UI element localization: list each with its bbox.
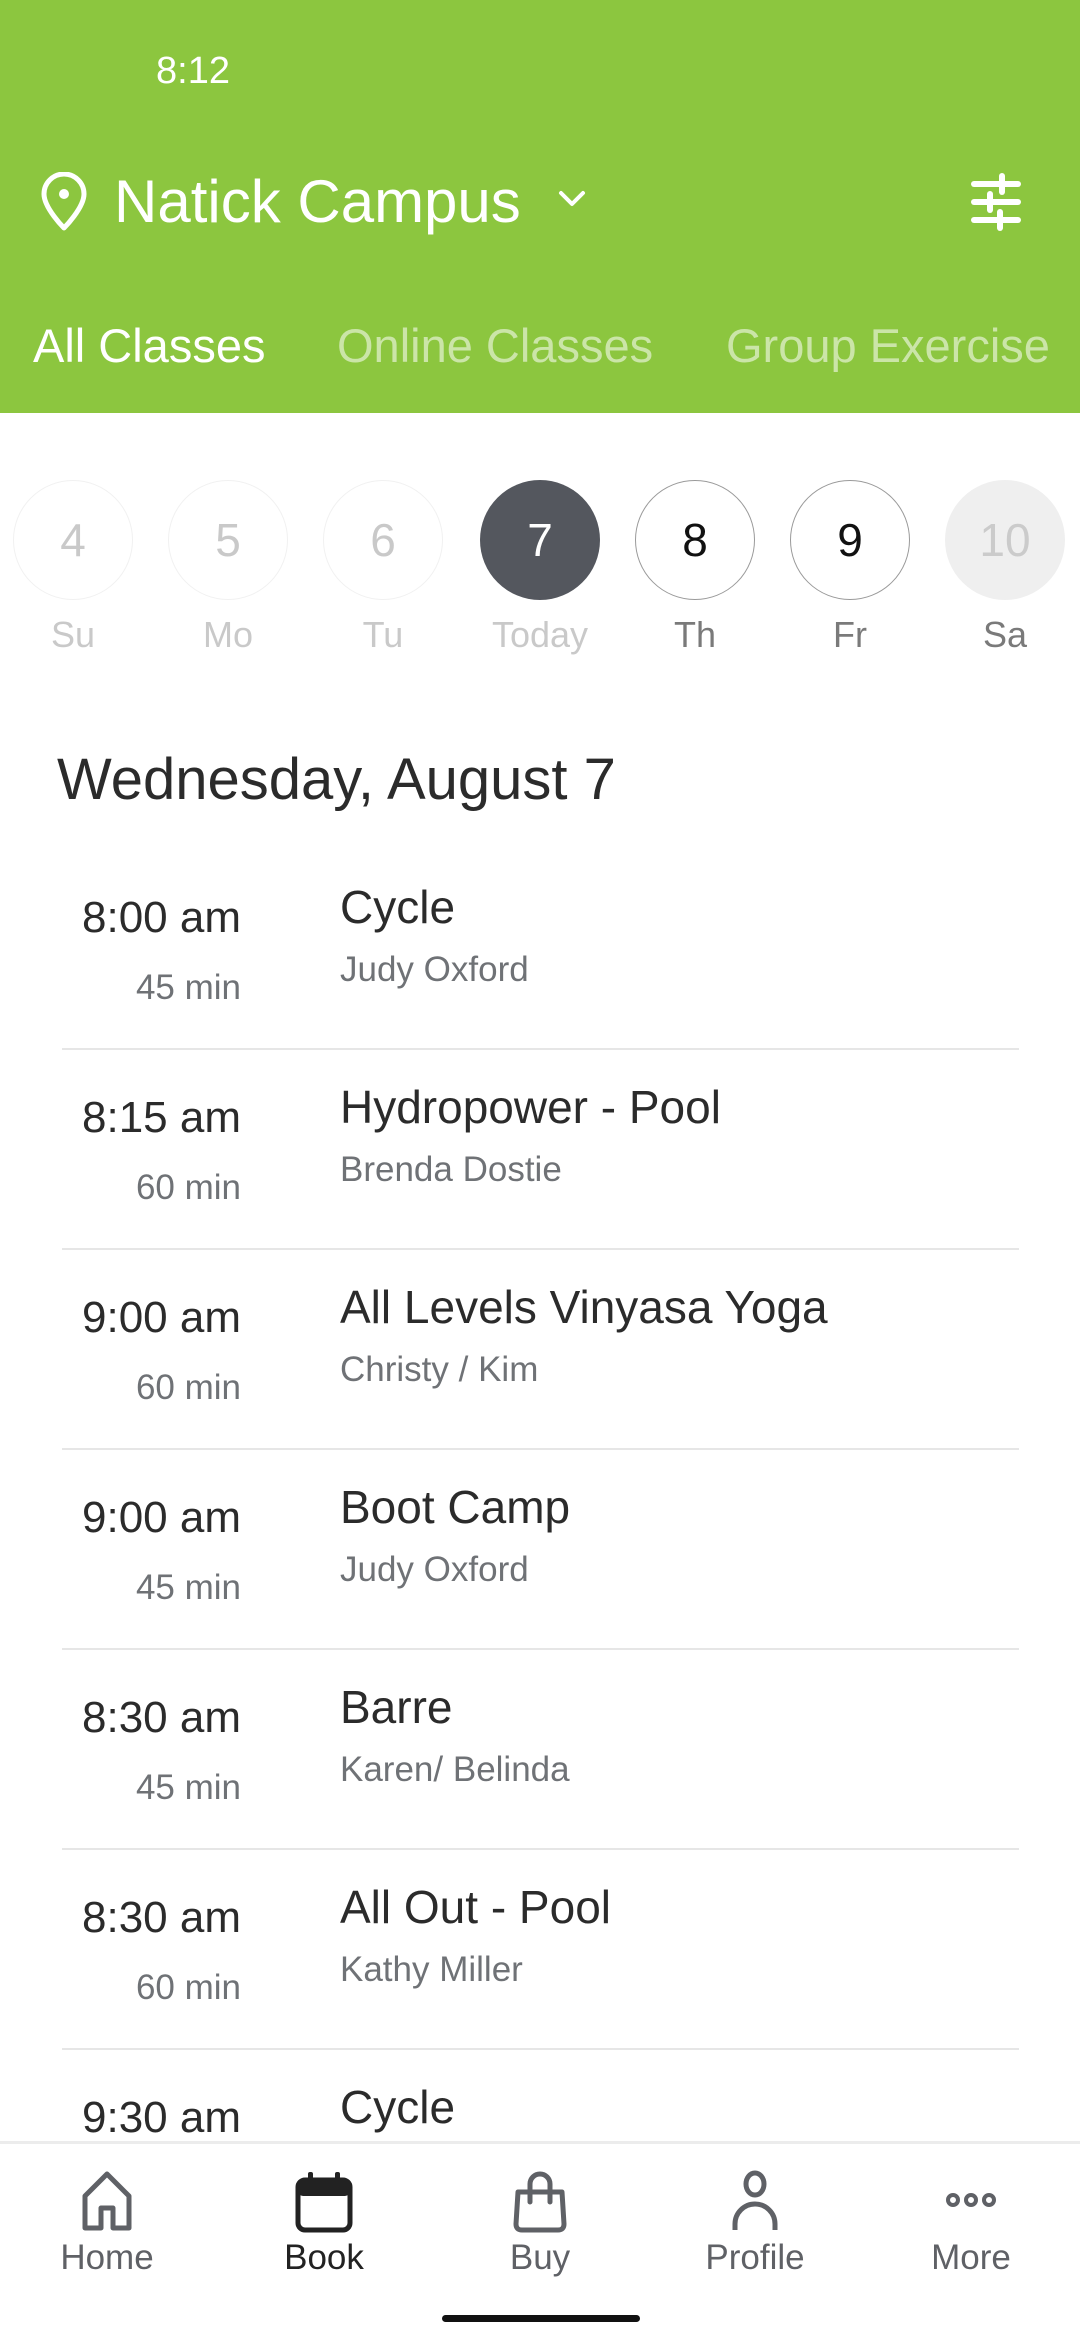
class-row[interactable]: 8:30 am 45 min Barre Karen/ Belinda	[0, 1650, 1080, 1850]
day-number: 5	[168, 480, 288, 600]
day-label: Tu	[362, 614, 404, 655]
class-duration: 45 min	[135, 1768, 241, 1807]
class-list: 8:00 am 45 min Cycle Judy Oxford 8:15 am…	[0, 850, 1080, 2250]
class-duration: 45 min	[135, 1568, 241, 1607]
day-monday[interactable]: 5 Mo	[163, 480, 293, 680]
class-time: 9:30 am	[82, 2093, 241, 2142]
sliders-icon	[971, 173, 1021, 231]
nav-home[interactable]: Home	[17, 2144, 197, 2294]
map-pin-icon	[41, 172, 87, 231]
tab-online-classes[interactable]: Online Classes	[337, 312, 653, 380]
day-label: Sa	[982, 614, 1028, 655]
nav-label: Profile	[705, 2238, 805, 2277]
app-header: 8:12 Natick Campus All Classes Online Cl…	[0, 0, 1080, 413]
nav-buy[interactable]: Buy	[450, 2144, 630, 2294]
class-instructor: Judy Oxford	[340, 950, 529, 989]
tab-group-exercise[interactable]: Group Exercise	[726, 312, 1050, 380]
day-sunday[interactable]: 4 Su	[8, 480, 138, 680]
nav-label: Buy	[509, 2238, 571, 2277]
class-name: Cycle	[340, 2081, 456, 2133]
filter-button[interactable]	[960, 168, 1032, 236]
nav-more[interactable]: More	[881, 2144, 1061, 2294]
chevron-down-icon[interactable]	[556, 188, 588, 210]
person-icon	[732, 2170, 778, 2230]
campus-name[interactable]: Natick Campus	[114, 164, 521, 240]
day-thursday[interactable]: 8 Th	[630, 480, 760, 680]
nav-label: Book	[284, 2238, 364, 2277]
class-name: Barre	[340, 1681, 453, 1733]
calendar-icon	[295, 2172, 353, 2233]
day-today[interactable]: 7 Today	[475, 480, 605, 680]
class-time: 8:30 am	[82, 1693, 241, 1742]
day-number: 7	[480, 480, 600, 600]
day-label: Fr	[833, 614, 867, 655]
day-number: 8	[635, 480, 755, 600]
class-instructor: Brenda Dostie	[340, 1150, 562, 1189]
class-row[interactable]: 8:30 am 60 min All Out - Pool Kathy Mill…	[0, 1850, 1080, 2050]
class-time: 8:30 am	[82, 1893, 241, 1942]
class-name: All Levels Vinyasa Yoga	[340, 1281, 828, 1333]
week-date-picker: 4 Su 5 Mo 6 Tu 7 Today 8 Th 9 Fr 10 Sa	[0, 413, 1080, 683]
home-indicator[interactable]	[442, 2315, 640, 2322]
class-row[interactable]: 9:00 am 60 min All Levels Vinyasa Yoga C…	[0, 1250, 1080, 1450]
schedule-date-heading: Wednesday, August 7	[57, 747, 616, 812]
class-name: Boot Camp	[340, 1481, 571, 1533]
day-number: 9	[790, 480, 910, 600]
home-icon	[82, 2171, 132, 2231]
class-name: Hydropower - Pool	[340, 1081, 721, 1133]
category-tabs: All Classes Online Classes Group Exercis…	[0, 312, 1080, 382]
class-instructor: Karen/ Belinda	[340, 1750, 570, 1789]
class-instructor: Christy / Kim	[340, 1350, 539, 1389]
tab-all-classes[interactable]: All Classes	[33, 312, 265, 380]
day-label: Su	[50, 614, 96, 655]
class-duration: 60 min	[135, 1168, 241, 1207]
day-label: Th	[673, 614, 716, 655]
class-time: 9:00 am	[82, 1293, 241, 1342]
nav-profile[interactable]: Profile	[665, 2144, 845, 2294]
class-name: Cycle	[340, 881, 456, 933]
nav-label: Home	[60, 2238, 154, 2277]
class-duration: 45 min	[135, 968, 241, 1007]
day-friday[interactable]: 9 Fr	[785, 480, 915, 680]
shopping-bag-icon	[513, 2171, 567, 2233]
class-row[interactable]: 9:00 am 45 min Boot Camp Judy Oxford	[0, 1450, 1080, 1650]
status-bar-time: 8:12	[156, 50, 230, 92]
location-selector[interactable]: Natick Campus	[0, 160, 1080, 244]
day-tuesday[interactable]: 6 Tu	[318, 480, 448, 680]
class-time: 8:15 am	[82, 1093, 241, 1142]
day-number: 6	[323, 480, 443, 600]
class-name: All Out - Pool	[340, 1881, 611, 1933]
class-instructor: Judy Oxford	[340, 1550, 529, 1589]
class-duration: 60 min	[135, 1368, 241, 1407]
day-number: 10	[945, 480, 1065, 600]
class-duration: 60 min	[135, 1968, 241, 2007]
class-time: 8:00 am	[82, 893, 241, 942]
day-label: Today	[491, 614, 589, 655]
class-row[interactable]: 8:00 am 45 min Cycle Judy Oxford	[0, 850, 1080, 1050]
day-number: 4	[13, 480, 133, 600]
class-instructor: Kathy Miller	[340, 1950, 523, 1989]
bottom-navigation: Home Book Buy Profile More	[0, 2141, 1080, 2340]
day-saturday[interactable]: 10 Sa	[940, 480, 1070, 680]
nav-book[interactable]: Book	[234, 2144, 414, 2294]
nav-label: More	[931, 2238, 1011, 2277]
class-time: 9:00 am	[82, 1493, 241, 1542]
more-dots-icon	[946, 2193, 996, 2207]
day-label: Mo	[202, 614, 253, 655]
class-row[interactable]: 8:15 am 60 min Hydropower - Pool Brenda …	[0, 1050, 1080, 1250]
